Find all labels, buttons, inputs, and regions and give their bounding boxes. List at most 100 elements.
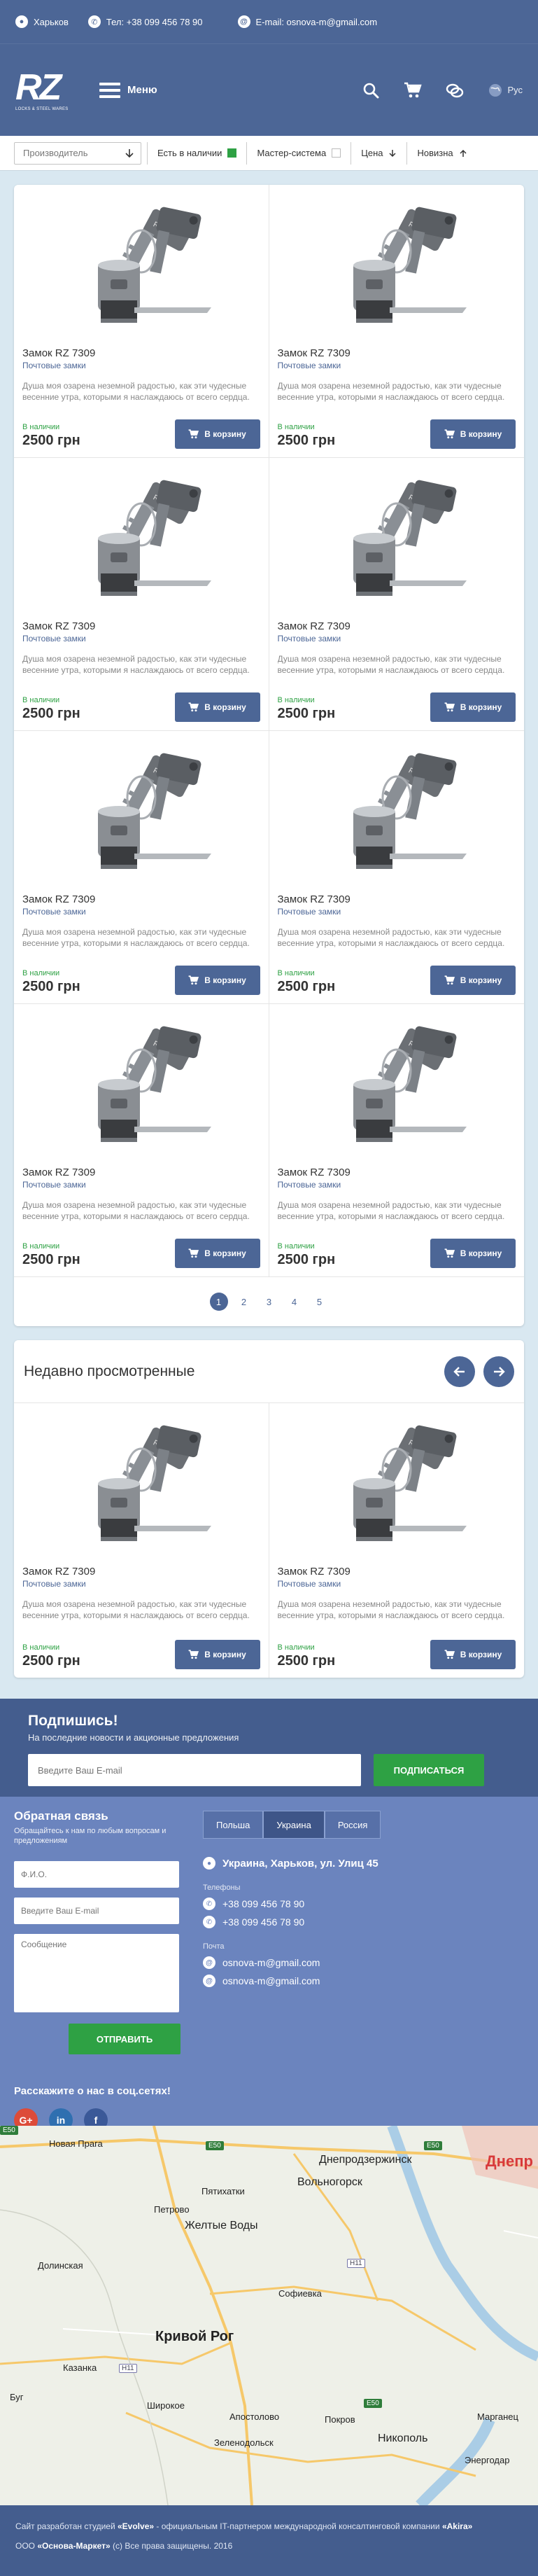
product-price: 2500 грн [22, 1653, 80, 1669]
road-label: H11 [119, 2364, 137, 2373]
compare-icon[interactable] [446, 81, 464, 99]
product-card[interactable]: RZ Замок RZ 7309 Почтовые замк [14, 185, 269, 458]
product-image[interactable]: RZ [22, 192, 260, 339]
product-name[interactable]: Замок RZ 7309 [278, 1167, 516, 1178]
email-field[interactable] [14, 1898, 179, 1924]
price-sort[interactable]: Цена [357, 148, 401, 158]
product-card[interactable]: RZ Замок RZ 7309 Почтовые замк [269, 458, 524, 731]
email-line[interactable]: @ osnova-m@gmail.com [203, 1975, 524, 1987]
product-category[interactable]: Почтовые замки [22, 361, 260, 370]
email-line[interactable]: @ osnova-m@gmail.com [203, 1956, 524, 1969]
product-name[interactable]: Замок RZ 7309 [22, 1566, 260, 1578]
product-image[interactable]: RZ [278, 1410, 516, 1557]
studio-link[interactable]: «Evolve» [118, 2521, 154, 2531]
product-category[interactable]: Почтовые замки [22, 634, 260, 643]
in-stock-checkbox[interactable] [227, 148, 237, 158]
add-to-cart-label: В корзину [460, 702, 502, 712]
tab-russia[interactable]: Россия [324, 1811, 381, 1839]
next-arrow-button[interactable] [483, 1356, 514, 1387]
product-image[interactable]: RZ [22, 738, 260, 885]
phone-line[interactable]: ✆ +38 099 456 78 90 [203, 1898, 524, 1910]
product-name[interactable]: Замок RZ 7309 [22, 347, 260, 359]
map[interactable]: Новая Прага Днепродзержинск Днепр Пятиха… [0, 2126, 538, 2505]
add-to-cart-button[interactable]: В корзину [174, 419, 260, 449]
add-to-cart-button[interactable]: В корзину [430, 966, 516, 995]
product-name[interactable]: Замок RZ 7309 [278, 893, 516, 905]
email-link[interactable]: @ E-mail: osnova-m@gmail.com [237, 15, 377, 28]
add-to-cart-button[interactable]: В корзину [430, 419, 516, 449]
search-icon[interactable] [362, 81, 380, 99]
city-selector[interactable]: ● Харьков [15, 15, 69, 28]
product-image[interactable]: RZ [22, 1011, 260, 1158]
product-name[interactable]: Замок RZ 7309 [278, 1566, 516, 1578]
name-field[interactable] [14, 1861, 179, 1888]
stock-status: В наличии [277, 969, 315, 977]
product-card[interactable]: RZ Замок RZ 7309 Почтовые замк [14, 458, 269, 731]
send-button[interactable]: ОТПРАВИТЬ [69, 2024, 180, 2054]
product-category[interactable]: Почтовые замки [278, 361, 516, 370]
add-to-cart-button[interactable]: В корзину [430, 1239, 516, 1268]
product-category[interactable]: Почтовые замки [278, 1180, 516, 1190]
product-card[interactable]: RZ Замок RZ 7309 Почтовые замк [14, 1403, 269, 1678]
product-image[interactable]: RZ [278, 465, 516, 612]
prev-arrow-button[interactable] [444, 1356, 475, 1387]
manufacturer-placeholder: Производитель [23, 148, 88, 158]
product-card[interactable]: RZ Замок RZ 7309 Почтовые замк [269, 1004, 524, 1277]
master-system-filter[interactable]: Мастер-система [253, 148, 345, 158]
product-category[interactable]: Почтовые замки [22, 1180, 260, 1190]
logo[interactable]: RZ LOCKS & STEEL WARES [15, 69, 68, 111]
product-category[interactable]: Почтовые замки [278, 907, 516, 917]
product-name[interactable]: Замок RZ 7309 [22, 620, 260, 632]
road-label: E50 [424, 2141, 442, 2150]
product-name[interactable]: Замок RZ 7309 [278, 620, 516, 632]
product-name[interactable]: Замок RZ 7309 [22, 893, 260, 905]
product-image[interactable]: RZ [278, 192, 516, 339]
page-2[interactable]: 2 [235, 1293, 253, 1311]
product-category[interactable]: Почтовые замки [22, 1579, 260, 1589]
product-card[interactable]: RZ Замок RZ 7309 Почтовые замк [269, 1403, 525, 1678]
add-to-cart-button[interactable]: В корзину [174, 966, 260, 995]
product-name[interactable]: Замок RZ 7309 [22, 1167, 260, 1178]
product-image[interactable]: RZ [22, 465, 260, 612]
in-stock-filter[interactable]: Есть в наличии [153, 148, 241, 158]
page-5[interactable]: 5 [311, 1293, 329, 1311]
product-price: 2500 грн [277, 1252, 336, 1267]
cart-icon[interactable] [404, 81, 423, 99]
product-card[interactable]: RZ Замок RZ 7309 Почтовые замк [269, 185, 524, 458]
add-to-cart-button[interactable]: В корзину [430, 692, 516, 722]
add-to-cart-button[interactable]: В корзину [174, 1640, 260, 1669]
arrow-right-icon [494, 1366, 505, 1377]
product-card[interactable]: RZ Замок RZ 7309 Почтовые замк [14, 1004, 269, 1277]
subscribe-email-input[interactable] [28, 1754, 361, 1786]
subscribe-text: На последние новости и акционные предлож… [28, 1732, 239, 1743]
product-name[interactable]: Замок RZ 7309 [278, 347, 516, 359]
tab-ukraine[interactable]: Украина [263, 1811, 325, 1839]
page-3[interactable]: 3 [260, 1293, 278, 1311]
master-system-checkbox[interactable] [332, 148, 341, 158]
add-to-cart-button[interactable]: В корзину [430, 1640, 516, 1669]
page-1[interactable]: 1 [209, 1293, 228, 1311]
recently-viewed-panel: Недавно просмотренные RZ [14, 1340, 524, 1678]
phone-link[interactable]: ✆ Тел: +38 099 456 78 90 [87, 15, 203, 28]
page-4[interactable]: 4 [285, 1293, 304, 1311]
add-to-cart-button[interactable]: В корзину [174, 1239, 260, 1268]
subscribe-button[interactable]: ПОДПИСАТЬСЯ [374, 1754, 484, 1786]
product-image[interactable]: RZ [278, 1011, 516, 1158]
language-switch[interactable]: Рус [488, 83, 523, 98]
stock-status: В наличии [277, 1643, 315, 1652]
product-image[interactable]: RZ [22, 1410, 260, 1557]
tab-poland[interactable]: Польша [203, 1811, 264, 1839]
product-category[interactable]: Почтовые замки [278, 1579, 516, 1589]
product-card[interactable]: RZ Замок RZ 7309 Почтовые замк [14, 731, 269, 1004]
product-category[interactable]: Почтовые замки [22, 907, 260, 917]
product-card[interactable]: RZ Замок RZ 7309 Почтовые замк [269, 731, 524, 1004]
company-link[interactable]: «Akira» [442, 2521, 472, 2531]
phone-line[interactable]: ✆ +38 099 456 78 90 [203, 1916, 524, 1928]
message-field[interactable] [14, 1934, 179, 2012]
menu-button[interactable]: Меню [99, 82, 157, 98]
product-category[interactable]: Почтовые замки [278, 634, 516, 643]
add-to-cart-button[interactable]: В корзину [174, 692, 260, 722]
product-image[interactable]: RZ [278, 738, 516, 885]
manufacturer-select[interactable]: Производитель [14, 141, 141, 165]
novelty-sort[interactable]: Новизна [413, 148, 471, 158]
